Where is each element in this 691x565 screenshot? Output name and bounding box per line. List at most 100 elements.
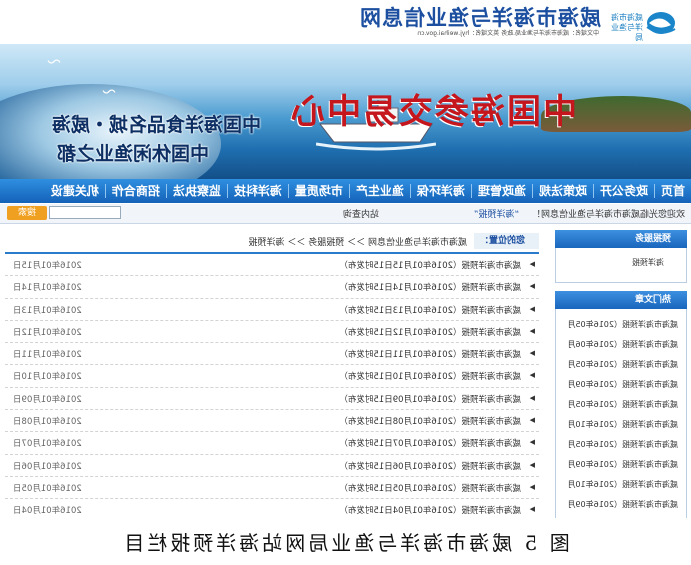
search-button[interactable]: 搜索 [7,206,47,220]
hot-article-item[interactable]: 威海市海洋预报（2016年05月 [556,355,686,375]
banner-main-text: 中国海参交易中心 [289,92,577,132]
site-header: 威海市海洋与渔业局 威海市海洋与渔业信息网 中文域名：威海市海洋与渔业局.政务 … [0,0,691,44]
article-date: 2016年01月13日 [13,305,82,316]
service-header: 预报服务 [555,230,687,248]
welcome-message: 欢迎您光临威海市海洋与渔业信息网！ [531,210,685,220]
hot-articles-box: 威海市海洋预报（2016年05月 威海市海洋预报（2016年06月 威海市海洋预… [555,309,687,518]
search-input[interactable] [49,206,121,219]
article-title[interactable]: 威海市海洋预报（2016年01月15日15时发布） [339,259,521,271]
article-title[interactable]: 威海市海洋预报（2016年01月06日15时发布） [339,460,521,472]
seagull-icon: 〜 [102,85,116,101]
list-item[interactable]: ▶ 威海市海洋预报（2016年01月08日15时发布） 2016年01月08日 [5,410,539,433]
article-title[interactable]: 威海市海洋预报（2016年01月09日15时发布） [339,393,521,405]
nav-gov-affairs[interactable]: 政务公开 [592,184,654,198]
nav-org-building[interactable]: 机关建设 [45,184,105,198]
location-tag: 您的位置： [473,233,539,249]
seagull-icon: 〜 [47,55,61,71]
list-item[interactable]: ▶ 威海市海洋预报（2016年01月06日15时发布） 2016年01月06日 [5,454,539,477]
list-item[interactable]: ▶ 威海市海洋预报（2016年01月14日15时发布） 2016年01月14日 [5,276,539,299]
hot-article-item[interactable]: 威海市海洋预报（2016年10月 [556,415,686,435]
article-title[interactable]: 威海市海洋预报（2016年01月12日15时发布） [339,326,521,338]
bullet-icon: ▶ [529,326,535,335]
nav-ocean-env[interactable]: 海洋环保 [409,184,471,198]
bullet-icon: ▶ [529,505,535,514]
list-item[interactable]: ▶ 威海市海洋预报（2016年01月04日15时发布） 2016年01月04日 [5,499,539,518]
article-title[interactable]: 威海市海洋预报（2016年01月10日15时发布） [339,370,521,382]
nav-ocean-tech[interactable]: 海洋科技 [226,184,288,198]
list-item[interactable]: ▶ 威海市海洋预报（2016年01月09日15时发布） 2016年01月09日 [5,387,539,411]
nav-policy[interactable]: 政策法规 [531,184,593,198]
bullet-icon: ▶ [529,349,535,358]
article-date: 2016年01月10日 [13,372,82,383]
service-link-ocean-forecast[interactable]: 海洋预报 [556,248,686,278]
article-title[interactable]: 威海市海洋预报（2016年01月08日15时发布） [339,415,521,427]
bullet-icon: ▶ [529,482,535,491]
banner-slogan-2: 中国休闲渔业之都 [56,143,209,165]
list-item[interactable]: ▶ 威海市海洋预报（2016年01月10日15时发布） 2016年01月10日 [5,365,539,388]
hot-article-item[interactable]: 威海市海洋预报（2016年09月 [556,495,686,515]
hot-article-item[interactable]: 威海市海洋预报（2016年06月 [556,335,686,355]
hot-article-item[interactable]: 威海市海洋预报（2016年09月 [556,455,686,475]
list-item[interactable]: ▶ 威海市海洋预报（2016年01月12日15时发布） 2016年01月12日 [5,320,539,344]
forecast-list: ▶ 威海市海洋预报（2016年01月15日15时发布） 2016年01月15日 ▶ 威… [5,254,539,518]
hot-article-item[interactable]: 威海市海洋预报（2016年10月 [556,475,686,495]
hot-article-item[interactable]: 威海市海洋预报（2016年09月 [556,375,686,395]
bullet-icon: ▶ [529,371,535,380]
article-title[interactable]: 威海市海洋预报（2016年01月05日15时发布） [339,482,521,494]
article-date: 2016年01月06日 [13,461,82,472]
article-title[interactable]: 威海市海洋预报（2016年01月14日15时发布） [339,281,521,293]
notice-text[interactable]: “海洋预报” [474,210,519,220]
nav-law-enforcement[interactable]: 监察执法 [165,184,227,198]
bullet-icon: ▶ [529,438,535,447]
welcome-text: 欢迎您光临威海市海洋与渔业信息网！ “海洋预报” [474,207,685,220]
toolbar: 欢迎您光临威海市海洋与渔业信息网！ “海洋预报” 站内查询 搜索 [0,204,691,224]
nav-fishery-admin[interactable]: 渔政管理 [470,184,532,198]
logo-text: 威海市海洋与渔业局 [611,13,643,42]
article-date: 2016年01月05日 [13,483,82,494]
main-nav: 首页 政务公开 政策法规 渔政管理 海洋环保 渔业生产 市场质量 海洋科技 监察… [0,179,691,203]
nav-investment[interactable]: 招商合作 [104,184,166,198]
site-logo[interactable]: 威海市海洋与渔业局 [605,3,683,42]
list-item[interactable]: ▶ 威海市海洋预报（2016年01月05日15时发布） 2016年01月05日 [5,476,539,500]
banner-slogan-1: 中国海洋食品名城・威海 [51,114,261,136]
list-item[interactable]: ▶ 威海市海洋预报（2016年01月07日15时发布） 2016年01月07日 [5,432,539,455]
service-box: 海洋预报 [555,248,687,283]
bullet-icon: ▶ [529,460,535,469]
list-item[interactable]: ▶ 威海市海洋预报（2016年01月15日15时发布） 2016年01月15日 [5,254,539,277]
sidebar: 预报服务 海洋预报 热门文章 威海市海洋预报（2016年05月 威海市海洋预报（… [555,230,687,518]
main-content: 您的位置： 威海市海洋与渔业信息网 ＞＞ 预报服务 ＞＞ 海洋预报 ▶ 威海市海洋… [5,230,539,518]
website-screenshot: 威海市海洋与渔业局 威海市海洋与渔业信息网 中文域名：威海市海洋与渔业局.政务 … [0,0,691,518]
bullet-icon: ▶ [529,393,535,402]
article-date: 2016年01月14日 [13,283,82,294]
search-label: 站内查询 [342,210,379,220]
hot-article-item[interactable]: 威海市海洋预报（2016年05月 [556,435,686,455]
breadcrumb-path[interactable]: 威海市海洋与渔业信息网 ＞＞ 预报服务 ＞＞ 海洋预报 [249,235,467,248]
banner: 〜 〜 中国海参交易中心 中国海洋食品名城・威海 中国休闲渔业之都 [0,44,691,179]
article-title[interactable]: 威海市海洋预报（2016年01月11日15时发布） [339,348,521,360]
bullet-icon: ▶ [529,416,535,425]
hot-articles-header: 热门文章 [555,291,687,309]
article-date: 2016年01月04日 [13,506,82,517]
list-item[interactable]: ▶ 威海市海洋预报（2016年01月13日15时发布） 2016年01月13日 [5,298,539,321]
nav-fishery-production[interactable]: 渔业生产 [348,184,410,198]
article-date: 2016年01月08日 [13,417,82,428]
article-date: 2016年01月09日 [13,394,82,405]
figure-caption: 图 5 威海市海洋与渔业局网站海洋预报栏目 [121,531,570,555]
site-subtitle: 中文域名：威海市海洋与渔业局.政务 英文域名：hyj.weihai.gov.cn [417,30,599,37]
article-title[interactable]: 威海市海洋预报（2016年01月04日15时发布） [339,504,521,516]
article-title[interactable]: 威海市海洋预报（2016年01月07日15时发布） [339,437,521,449]
article-date: 2016年01月07日 [13,439,82,450]
breadcrumb: 您的位置： 威海市海洋与渔业信息网 ＞＞ 预报服务 ＞＞ 海洋预报 [5,230,539,254]
bullet-icon: ▶ [529,304,535,313]
article-date: 2016年01月11日 [13,350,82,361]
bullet-icon: ▶ [529,260,535,268]
article-title[interactable]: 威海市海洋预报（2016年01月13日15时发布） [339,304,521,316]
list-item[interactable]: ▶ 威海市海洋预报（2016年01月11日15时发布） 2016年01月11日 [5,343,539,366]
nav-market-quality[interactable]: 市场质量 [287,184,349,198]
article-date: 2016年01月12日 [13,327,82,338]
bullet-icon: ▶ [529,282,535,291]
hot-article-item[interactable]: 威海市海洋预报（2016年05月 [556,395,686,415]
article-date: 2016年01月15日 [13,261,82,271]
hot-article-item[interactable]: 威海市海洋预报（2016年05月 [556,315,686,335]
nav-home[interactable]: 首页 [653,184,691,198]
